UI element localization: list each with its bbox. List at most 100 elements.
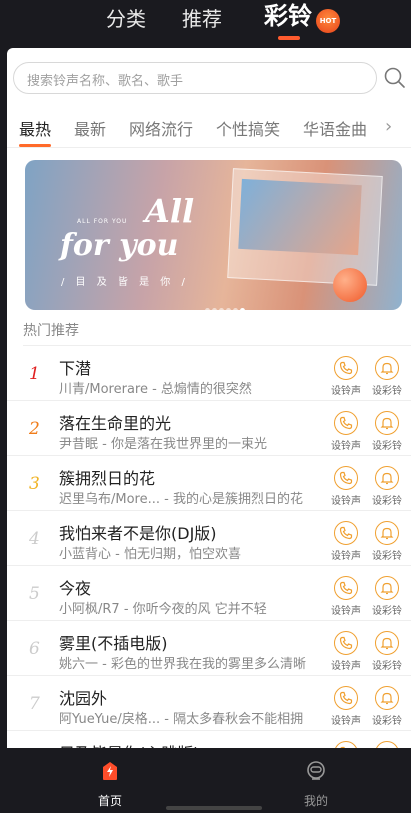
set-color-ring-label: 设彩铃: [372, 441, 402, 452]
set-ringtone-button[interactable]: 设铃声: [327, 576, 365, 617]
set-color-ring-label: 设彩铃: [372, 386, 402, 397]
set-ringtone-label: 设铃声: [331, 551, 361, 562]
song-subtitle: 小蓝背心 - 怕无归期，怕空欢喜: [59, 547, 241, 562]
banner-tagline: / 目 及 皆 是 你 /: [61, 277, 189, 288]
banner-photo: [238, 178, 362, 256]
song-title: 我怕来者不是你(DJ版): [59, 524, 217, 543]
banner-small-text: ALL FOR YOU: [77, 218, 128, 225]
set-ringtone-label: 设铃声: [331, 606, 361, 617]
carousel-dot[interactable]: [205, 308, 210, 310]
set-ringtone-button[interactable]: 设铃声: [327, 521, 365, 562]
carousel-dot[interactable]: [212, 308, 217, 310]
carousel-dot[interactable]: [233, 308, 238, 310]
divider: [7, 147, 411, 148]
nav-profile[interactable]: 我的: [286, 760, 346, 809]
profile-icon: [307, 761, 325, 780]
carousel-dot[interactable]: [226, 308, 231, 310]
bell-icon: [375, 631, 399, 655]
set-color-ring-button[interactable]: 设彩铃: [368, 521, 406, 562]
nav-home[interactable]: 首页: [80, 760, 140, 809]
set-ringtone-label: 设铃声: [331, 716, 361, 727]
song-row[interactable]: 2 落在生命里的光 尹昔眠 - 你是落在我世界里的一束光 设铃声 设彩铃: [7, 401, 411, 456]
category-internet-popular[interactable]: 网络流行: [129, 116, 193, 140]
set-ringtone-button[interactable]: 设铃声: [327, 466, 365, 507]
home-icon: [103, 762, 117, 780]
category-funny[interactable]: 个性搞笑: [216, 116, 280, 140]
set-color-ring-button[interactable]: 设彩铃: [368, 686, 406, 727]
set-ringtone-button[interactable]: 设铃声: [327, 411, 365, 452]
song-row[interactable]: 1 下潜 川青/Morerare - 总煽情的很突然 设铃声 设彩铃: [7, 346, 411, 401]
active-tab-indicator: [278, 36, 300, 40]
bottom-nav: 首页 我的: [0, 748, 411, 813]
song-rank: 2: [29, 419, 40, 439]
set-color-ring-button[interactable]: 设彩铃: [368, 466, 406, 507]
song-title: 落在生命里的光: [59, 414, 172, 433]
bell-icon: [375, 356, 399, 380]
song-row[interactable]: 6 雾里(不插电版) 姚六一 - 彩色的世界我在我的雾里多么清晰 设铃声 设彩铃: [7, 621, 411, 676]
phone-icon: [334, 411, 358, 435]
search-input[interactable]: 搜索铃声名称、歌名、歌手: [13, 62, 377, 94]
set-ringtone-label: 设铃声: [331, 386, 361, 397]
song-title: 今夜: [59, 579, 92, 598]
carousel-dot[interactable]: [219, 308, 224, 310]
category-chinese-classics[interactable]: 华语金曲: [303, 116, 367, 140]
bell-icon: [375, 411, 399, 435]
bell-icon: [375, 741, 399, 748]
song-rank: 6: [29, 639, 40, 659]
bell-icon: [375, 521, 399, 545]
carousel-dot[interactable]: [240, 308, 245, 310]
set-color-ring-button[interactable]: 设彩铃: [368, 576, 406, 617]
song-subtitle: 阿YueYue/戾格... - 隔太多春秋会不能相拥: [59, 712, 304, 727]
song-title: 雾里(不插电版): [59, 634, 168, 653]
set-color-ring-button[interactable]: 设彩铃: [368, 411, 406, 452]
phone-icon: [334, 741, 358, 748]
set-color-ring-label: 设彩铃: [372, 496, 402, 507]
banner-headline-1: All: [145, 192, 195, 230]
song-row[interactable]: 3 簇拥烈日的花 迟里乌布/More... - 我的心是簇拥烈日的花 设铃声 设彩铃: [7, 456, 411, 511]
set-color-ring-label: 设彩铃: [372, 551, 402, 562]
chevron-right-icon[interactable]: ›: [385, 116, 392, 137]
song-title: 目及皆是你(心跳版): [59, 740, 200, 748]
set-ringtone-button[interactable]: 设铃声: [327, 686, 365, 727]
set-color-ring-button[interactable]: 设彩铃: [368, 631, 406, 672]
tab-category[interactable]: 分类: [106, 6, 146, 32]
content-panel: 搜索铃声名称、歌名、歌手 最热 最新 网络流行 个性搞笑 华语金曲 › ALL …: [7, 48, 411, 748]
set-ringtone-button[interactable]: 设铃声: [327, 631, 365, 672]
banner-orb: [333, 268, 367, 302]
tab-color-ring[interactable]: 彩铃: [264, 3, 312, 29]
set-color-ring-label: 设彩铃: [372, 661, 402, 672]
banner-headline-2: for you: [60, 228, 179, 263]
category-tabs: 最热 最新 网络流行 个性搞笑 华语金曲 ›: [7, 110, 411, 146]
bell-icon: [375, 686, 399, 710]
category-hottest[interactable]: 最热: [19, 116, 51, 140]
bell-icon: [375, 576, 399, 600]
bell-icon: [375, 466, 399, 490]
song-rank: 4: [29, 529, 40, 549]
set-color-ring-label: 设彩铃: [372, 716, 402, 727]
set-ringtone-button[interactable]: 设铃声: [327, 741, 365, 748]
song-subtitle: 姚六一 - 彩色的世界我在我的雾里多么清晰: [59, 657, 306, 672]
set-ringtone-button[interactable]: 设铃声: [327, 356, 365, 397]
song-title: 沈园外: [59, 689, 108, 708]
song-row[interactable]: 5 今夜小阿枫/R7 - 你听今夜的风 它并不轻 设铃声 设彩铃: [7, 566, 411, 621]
song-row[interactable]: 4 我怕来者不是你(DJ版) 小蓝背心 - 怕无归期，怕空欢喜 设铃声 设彩铃: [7, 511, 411, 566]
song-row[interactable]: 8目及皆是你(心跳版)设铃声设彩铃: [7, 731, 411, 748]
phone-icon: [334, 686, 358, 710]
song-title: 簇拥烈日的花: [59, 469, 156, 488]
song-rank: 5: [29, 584, 40, 604]
song-rank: 7: [29, 694, 40, 714]
search-icon[interactable]: [384, 67, 406, 89]
song-subtitle: 小阿枫/R7 - 你听今夜的风 它并不轻: [59, 602, 267, 617]
set-ringtone-label: 设铃声: [331, 496, 361, 507]
song-row[interactable]: 7 沈园外阿YueYue/戾格... - 隔太多春秋会不能相拥 设铃声 设彩铃: [7, 676, 411, 731]
phone-icon: [334, 631, 358, 655]
search-placeholder: 搜索铃声名称、歌名、歌手: [27, 74, 184, 89]
set-color-ring-button[interactable]: 设彩铃: [368, 741, 406, 748]
set-color-ring-button[interactable]: 设彩铃: [368, 356, 406, 397]
top-bar: 分类 推荐 彩铃 HOT: [0, 0, 411, 48]
category-newest[interactable]: 最新: [74, 116, 106, 140]
promo-banner[interactable]: ALL FOR YOU All for you / 目 及 皆 是 你 /: [25, 160, 402, 310]
song-rank: 3: [29, 474, 40, 494]
phone-icon: [334, 356, 358, 380]
tab-recommend[interactable]: 推荐: [182, 6, 222, 32]
